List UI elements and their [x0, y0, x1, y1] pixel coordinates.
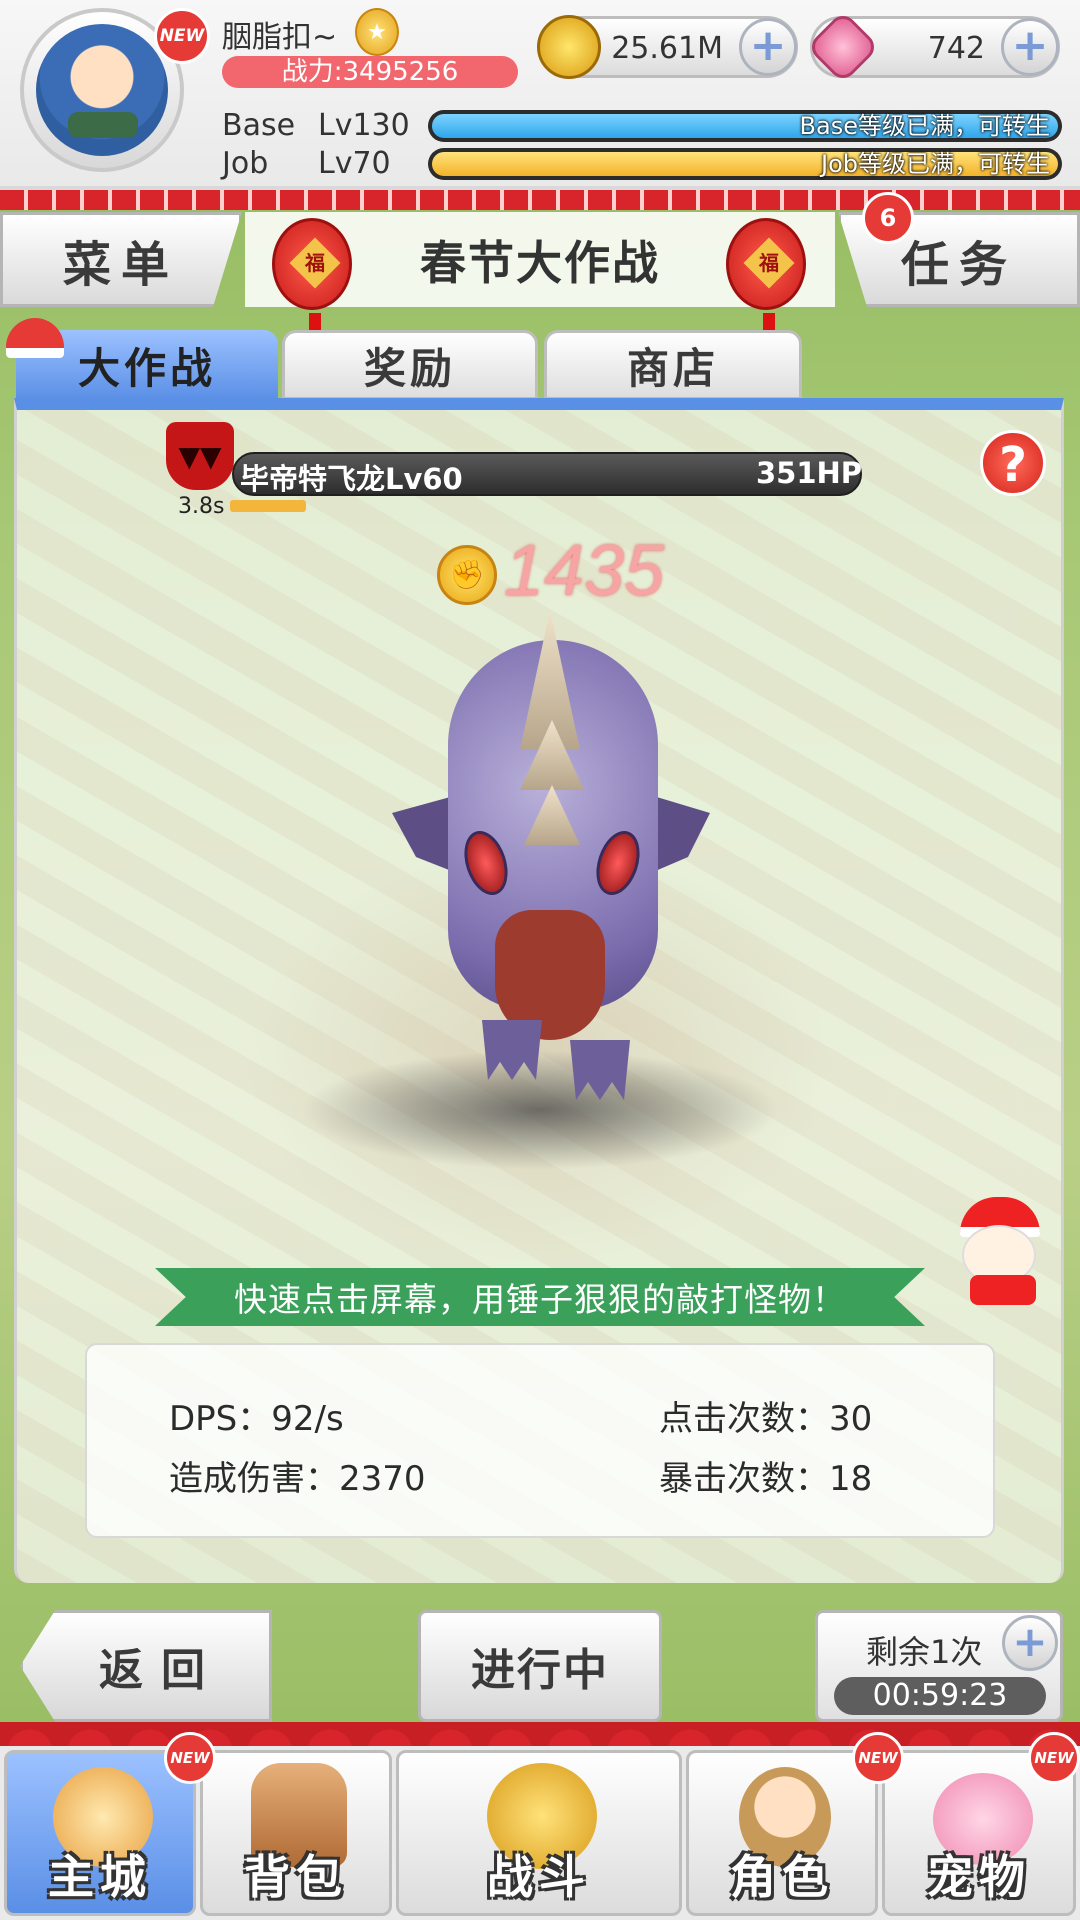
monster-foot-right [570, 1040, 630, 1100]
menu-button[interactable]: 菜单 [0, 212, 242, 307]
nav-character-new-badge: NEW [852, 1732, 904, 1784]
nav-label-pet: 宠物 [927, 1850, 1031, 1904]
nav-label-battle: 战斗 [487, 1850, 591, 1904]
boss-hp: 351HP [756, 456, 863, 490]
avatar-new-badge: NEW [154, 8, 210, 64]
lantern-fu-left: 福 [305, 251, 325, 275]
task-count-badge: 6 [862, 192, 914, 244]
nav-pet-new-badge: NEW [1028, 1732, 1080, 1784]
monster-shadow [300, 1050, 780, 1170]
stat-crits: 暴击次数：18 [659, 1459, 873, 1499]
boss-timer: 3.8s [178, 494, 225, 519]
nav-item-battle[interactable]: 战斗 [396, 1750, 682, 1916]
monster-foot-left [482, 1020, 542, 1080]
nav-city-new-badge: NEW [164, 1732, 216, 1784]
base-exp-bar: Base等级已满，可转生 [428, 110, 1062, 142]
help-button[interactable]: ? [980, 430, 1046, 496]
nav-item-character[interactable]: 角色 [686, 1750, 878, 1916]
stat-clicks: 点击次数：30 [659, 1399, 873, 1439]
lantern-right-icon: 福 [726, 218, 806, 335]
lantern-left-icon: 福 [272, 218, 352, 335]
santa-icon [950, 1195, 1050, 1305]
santa-hat-icon [6, 318, 64, 358]
score-coin-icon: ✊ [437, 545, 497, 605]
tab-shop[interactable]: 商店 [544, 330, 802, 400]
job-exp-text: Job等级已满，可转生 [432, 152, 1058, 176]
add-gem-button[interactable]: + [1001, 18, 1059, 76]
base-exp-text: Base等级已满，可转生 [432, 114, 1058, 138]
stat-damage: 造成伤害：2370 [169, 1459, 426, 1499]
remaining-attempts-box: 剩余1次 + 00:59:23 [815, 1610, 1063, 1722]
job-exp-bar: Job等级已满，可转生 [428, 148, 1062, 180]
gem-icon [806, 10, 880, 84]
base-label: Base [222, 108, 296, 143]
nav-label-character: 角色 [730, 1850, 834, 1904]
back-button[interactable]: 返回 [20, 1610, 272, 1722]
stat-dps: DPS：92/s [169, 1399, 344, 1439]
countdown-timer: 00:59:23 [834, 1677, 1046, 1715]
avatar-scarf [68, 112, 138, 138]
job-level: Lv70 [318, 146, 391, 181]
tab-rewards[interactable]: 奖励 [282, 330, 538, 400]
base-level: Lv130 [318, 108, 410, 143]
nav-item-bag[interactable]: 背包 [200, 1750, 392, 1916]
score-value: 1435 [504, 531, 665, 611]
nav-label-bag: 背包 [244, 1850, 348, 1904]
combat-power: 战力:3495256 [222, 56, 518, 88]
instruction-banner: 快速点击屏幕，用锤子狠狠的敲打怪物！ [155, 1268, 925, 1326]
job-label: Job [222, 146, 269, 181]
festive-strip [0, 190, 1080, 210]
zeny-value: 25.61M [611, 31, 723, 66]
boss-portrait-icon: ▼▼ [166, 422, 234, 490]
medal-icon[interactable]: ★ [355, 8, 399, 56]
remaining-attempts: 剩余1次 [866, 1633, 983, 1671]
battle-stats-box: DPS：92/s 点击次数：30 造成伤害：2370 暴击次数：18 [85, 1343, 995, 1538]
nav-item-city[interactable]: 主城 [4, 1750, 196, 1916]
player-name: 胭脂扣~ [222, 20, 338, 55]
add-attempt-button[interactable]: + [1002, 1615, 1058, 1671]
zeny-counter: 25.61M + [537, 15, 798, 79]
add-zeny-button[interactable]: + [739, 18, 797, 76]
bottom-nav: 主城 背包 战斗 角色 宠物 [0, 1746, 1080, 1920]
nav-label-city: 主城 [48, 1850, 152, 1904]
boss-name: 毕帝特飞龙Lv60 [240, 462, 463, 496]
gem-counter: 742 + [806, 10, 1060, 84]
boss-timer-bar [230, 500, 306, 512]
top-status-bar: NEW 胭脂扣~ ★ 战力:3495256 25.61M + 742 + Bas… [0, 0, 1080, 190]
gem-value: 742 [927, 31, 985, 66]
lantern-fu-right: 福 [759, 251, 779, 275]
zeny-coin-icon [537, 15, 601, 79]
status-button[interactable]: 进行中 [418, 1610, 662, 1722]
